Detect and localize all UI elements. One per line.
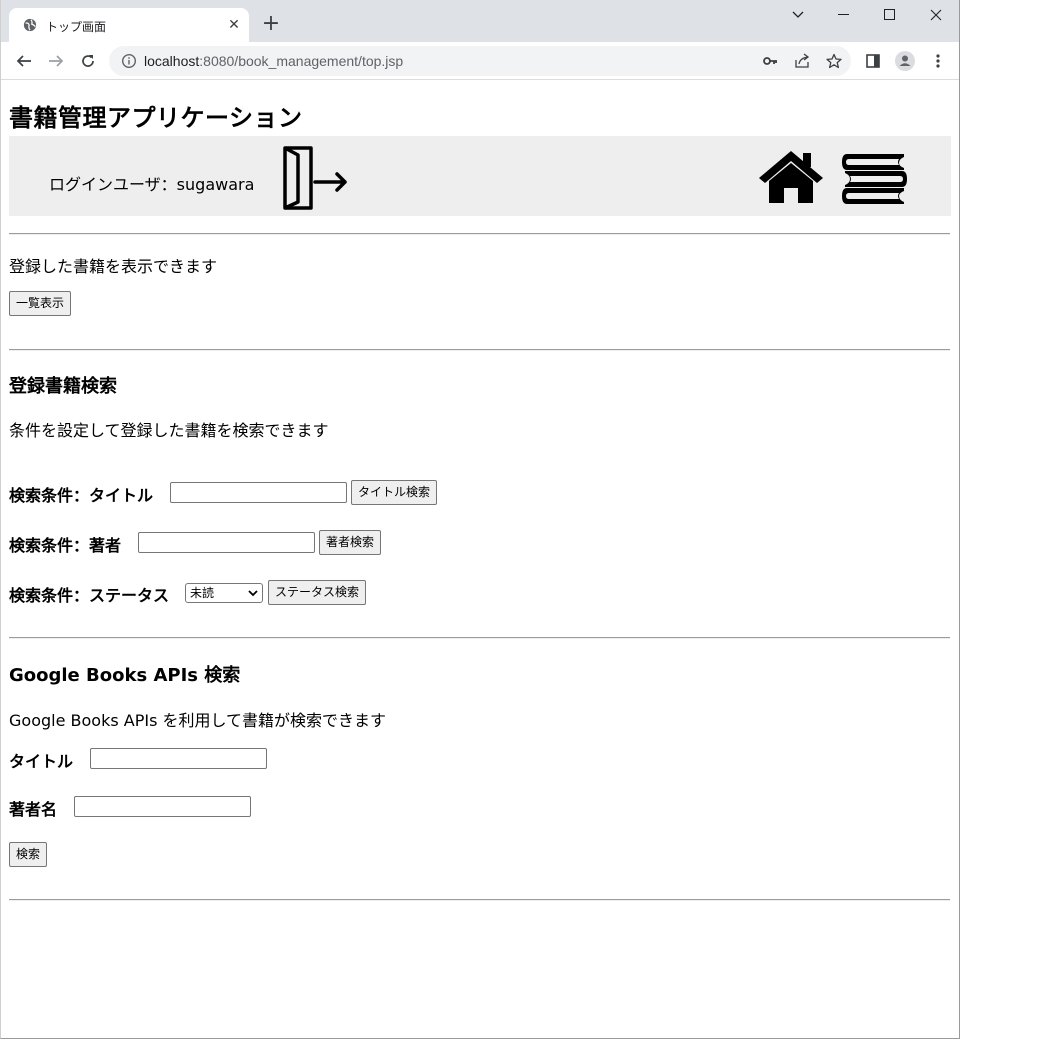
search-description: 条件を設定して登録した書籍を検索できます [9, 421, 329, 440]
url-text: localhost:8080/book_management/top.jsp [144, 53, 403, 69]
title-search-button[interactable]: タイトル検索 [351, 480, 438, 505]
list-description: 登録した書籍を表示できます [9, 257, 218, 276]
divider [9, 233, 950, 235]
minimize-icon[interactable] [833, 4, 855, 26]
side-panel-icon[interactable] [862, 50, 884, 72]
login-user-text: ログインユーザ：sugawara [49, 175, 255, 194]
globe-icon [23, 18, 37, 32]
logout-icon[interactable] [281, 145, 349, 211]
reload-icon[interactable] [77, 50, 99, 72]
divider [9, 349, 950, 351]
profile-avatar-icon[interactable] [894, 50, 916, 72]
google-description: Google Books APIs を利用して書籍が検索できます [9, 711, 387, 730]
close-window-icon[interactable] [925, 4, 947, 26]
forward-arrow-icon[interactable] [45, 50, 67, 72]
tab-title: トップ画面 [46, 20, 107, 34]
share-icon[interactable] [791, 50, 813, 72]
new-tab-button[interactable]: + [259, 13, 283, 37]
google-author-label: 著者名 [9, 800, 58, 819]
app-title: 書籍管理アプリケーション [9, 104, 303, 132]
home-icon[interactable] [758, 149, 824, 205]
status-selected-value: 未読 [190, 586, 215, 600]
address-bar[interactable]: localhost:8080/book_management/top.jsp [109, 46, 851, 76]
browser-tab[interactable]: トップ画面 ✕ [9, 8, 249, 42]
status-search-label: 検索条件：ステータス [9, 586, 170, 605]
google-title-input[interactable] [90, 748, 267, 769]
google-title-label: タイトル [9, 752, 74, 771]
maximize-icon[interactable] [879, 4, 901, 26]
list-view-button[interactable]: 一覧表示 [9, 291, 72, 316]
back-arrow-icon[interactable] [13, 50, 35, 72]
divider [9, 899, 950, 901]
browser-toolbar: localhost:8080/book_management/top.jsp [1, 42, 959, 80]
divider [9, 637, 950, 639]
header-bar: ログインユーザ：sugawara [9, 136, 951, 216]
author-search-label: 検索条件：著者 [9, 536, 122, 555]
page-content: 書籍管理アプリケーション ログインユーザ：sugawara 登録した書籍を表示で… [1, 80, 959, 1038]
key-icon[interactable] [759, 50, 781, 72]
author-search-button[interactable]: 著者検索 [319, 530, 382, 555]
bookmark-star-icon[interactable] [823, 50, 845, 72]
tab-close-icon[interactable]: ✕ [225, 16, 243, 34]
chevron-down-icon [248, 590, 258, 597]
google-section-heading: Google Books APIs 検索 [9, 665, 241, 686]
google-author-input[interactable] [74, 796, 251, 817]
status-search-button[interactable]: ステータス検索 [268, 580, 367, 605]
title-search-label: 検索条件：タイトル [9, 486, 154, 505]
search-section-heading: 登録書籍検索 [9, 376, 117, 397]
browser-window: トップ画面 ✕ + localhost:8080/book_management… [0, 0, 960, 1039]
info-icon[interactable] [121, 53, 137, 69]
tab-search-icon[interactable] [787, 4, 809, 26]
status-select[interactable]: 未読 [185, 583, 263, 603]
url-path: :8080/book_management/top.jsp [199, 53, 404, 69]
menu-kebab-icon[interactable] [927, 50, 949, 72]
tab-strip: トップ画面 ✕ + [1, 0, 959, 42]
google-search-button[interactable]: 検索 [9, 842, 48, 867]
title-search-input[interactable] [170, 482, 347, 503]
url-host: localhost [144, 53, 200, 69]
author-search-input[interactable] [138, 532, 315, 553]
books-icon[interactable] [841, 151, 907, 205]
